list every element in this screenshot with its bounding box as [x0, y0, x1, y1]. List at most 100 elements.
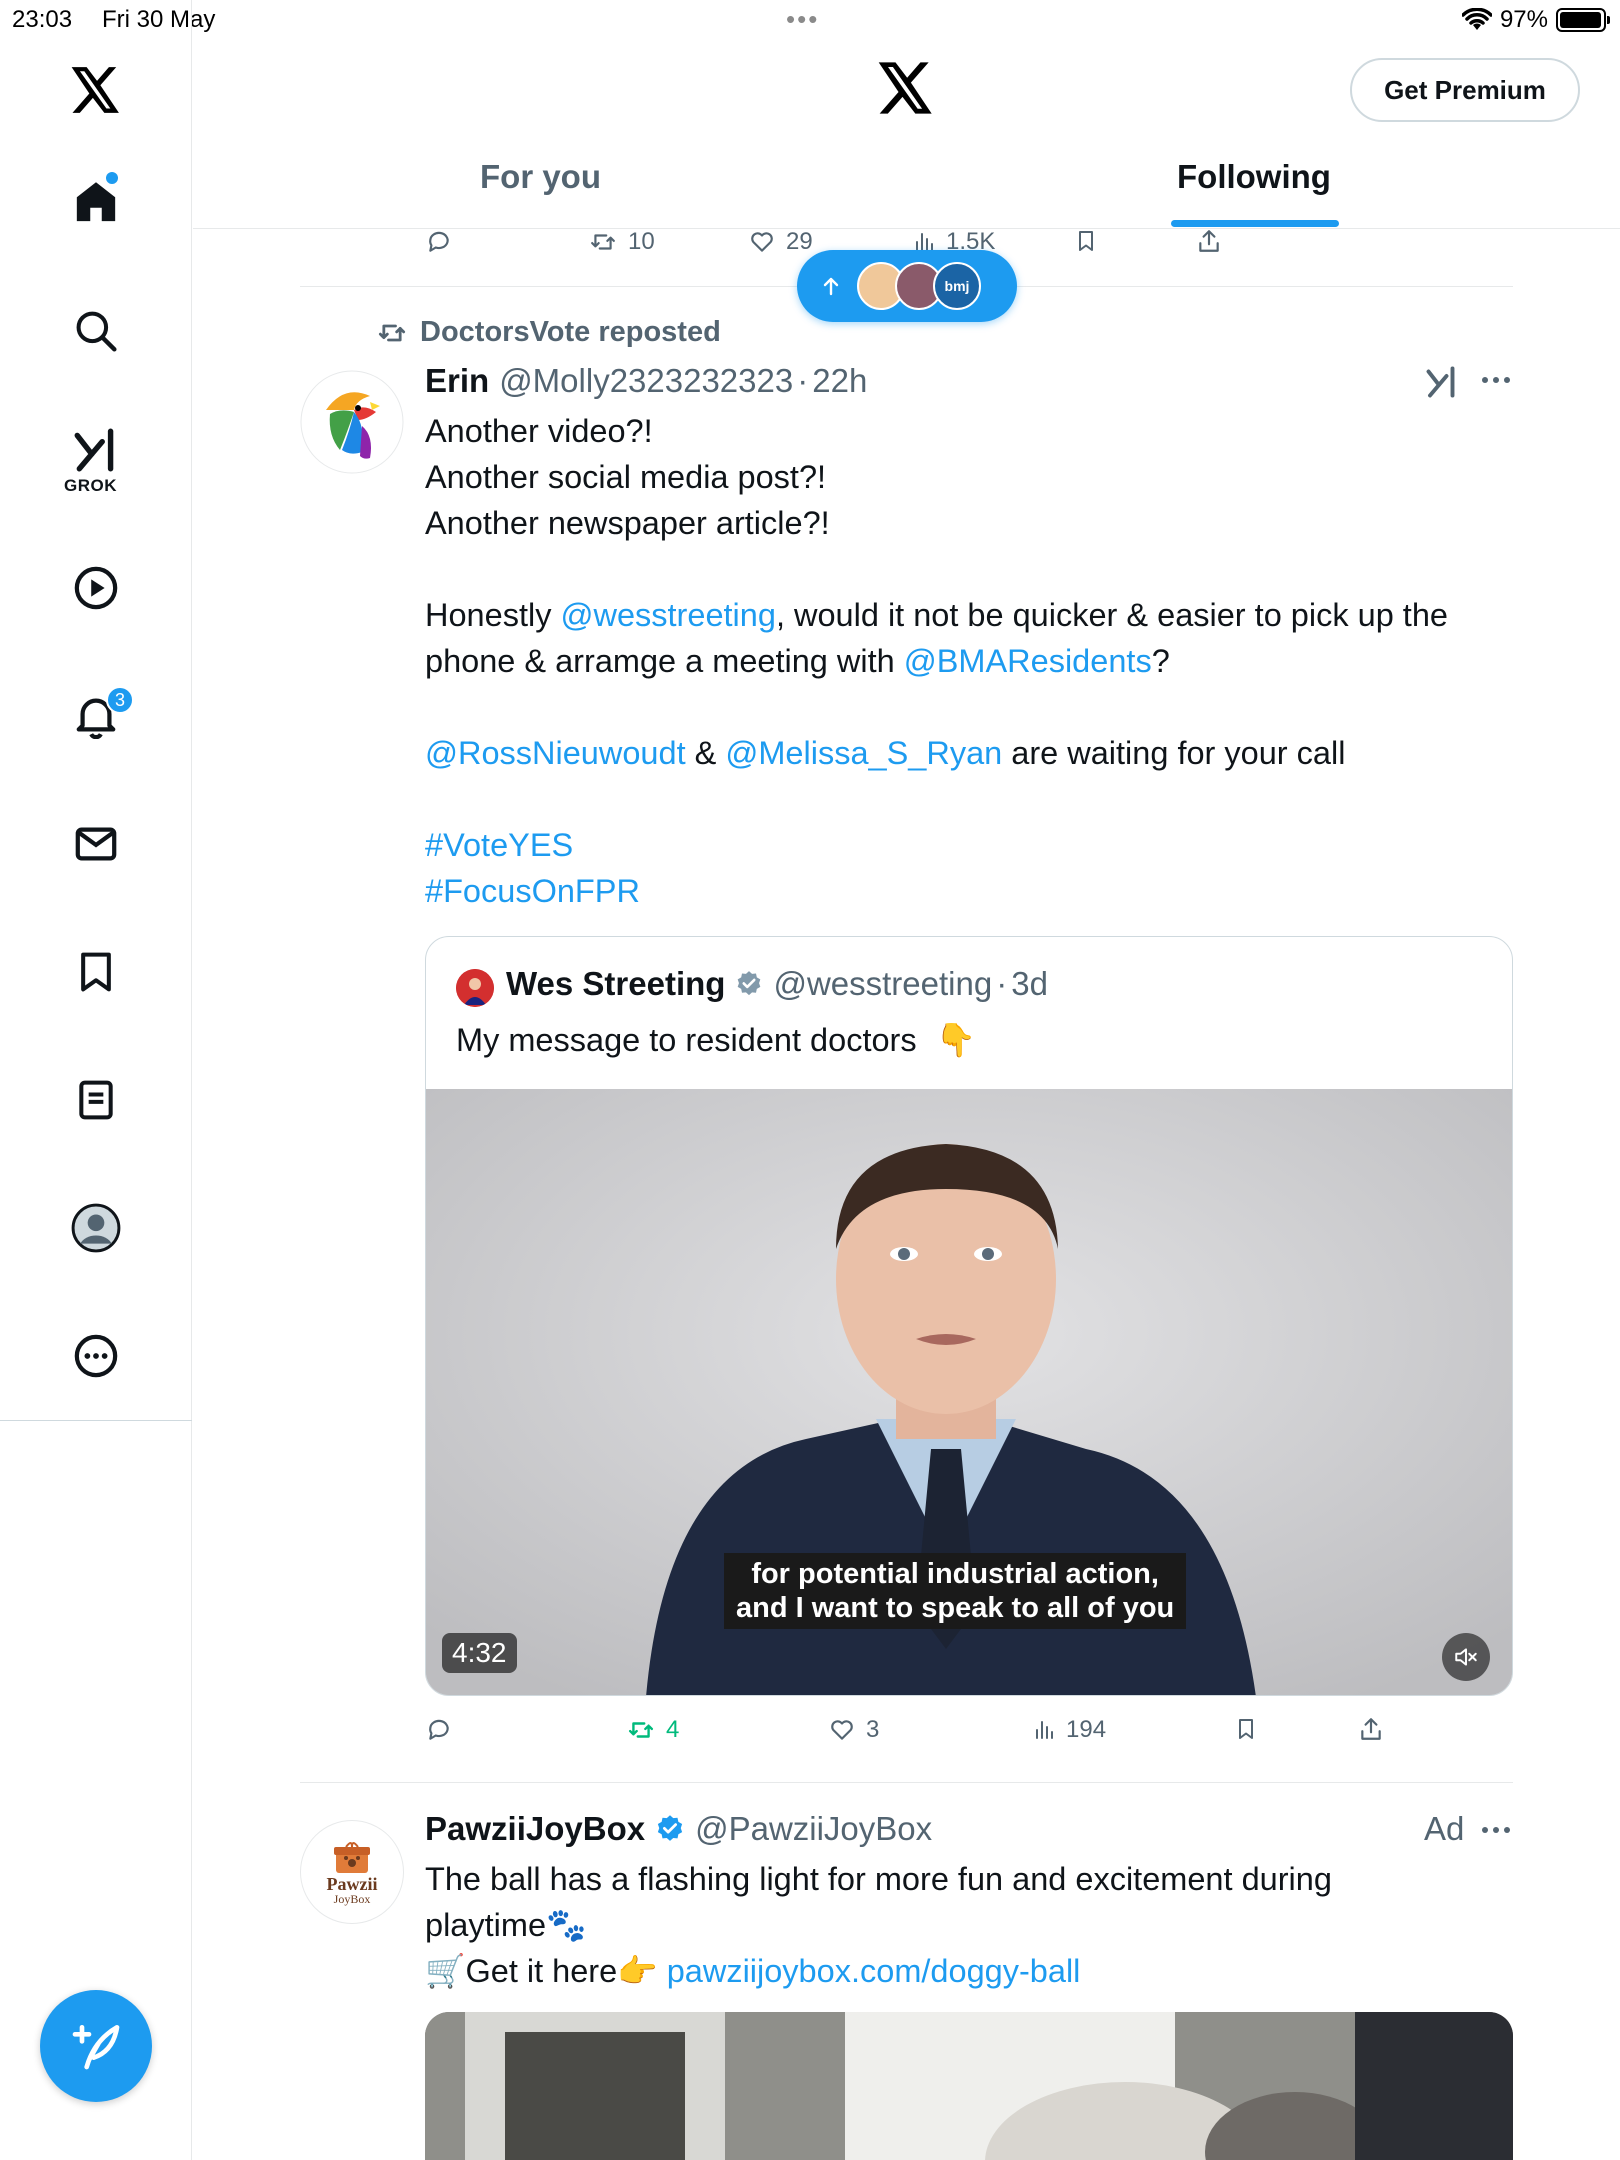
ad-media[interactable] — [425, 2012, 1513, 2160]
bookmark-button[interactable] — [1234, 1716, 1258, 1742]
repost-indicator[interactable]: DoctorsVote reposted — [376, 316, 721, 349]
eagle-avatar-icon — [300, 370, 404, 474]
wifi-icon — [1461, 8, 1492, 32]
reply-icon — [429, 1719, 449, 1740]
quote-author-handle: @wesstreeting — [773, 965, 993, 1002]
hashtag-voteyes[interactable]: #VoteYES — [425, 822, 1525, 868]
like-button[interactable]: 29 — [748, 228, 813, 256]
avatar-erin[interactable] — [300, 370, 404, 474]
retweet-button[interactable]: 4 — [626, 1716, 679, 1744]
mention-bmaresidents[interactable]: @BMAResidents — [904, 643, 1152, 679]
arrow-up-icon — [823, 277, 839, 296]
bookmark-icon[interactable] — [70, 946, 122, 998]
like-button[interactable]: 3 — [828, 1716, 879, 1744]
reply-button[interactable] — [426, 228, 452, 254]
separator-dot: · — [996, 965, 1008, 1002]
author-name[interactable]: Erin — [425, 362, 489, 400]
post2-header: PawziiJoyBox @PawziiJoyBox — [425, 1810, 932, 1848]
pointing-down-emoji: 👇 — [935, 1022, 977, 1058]
retweet-count: 4 — [666, 1716, 680, 1743]
retweet-icon — [591, 234, 615, 250]
ad-link[interactable]: pawziijoybox.com/doggy-ball — [667, 1953, 1081, 1989]
reply-button[interactable] — [426, 1716, 452, 1742]
search-icon[interactable] — [70, 305, 122, 357]
text-line: phone & arramge a meeting with @BMAResid… — [425, 643, 1170, 679]
mention-melissa[interactable]: @Melissa_S_Ryan — [725, 735, 1002, 771]
mail-icon[interactable] — [70, 818, 122, 870]
quoted-post-card[interactable]: Wes Streeting @wesstreeting · 3d My mess… — [425, 936, 1513, 1696]
avatar-pawziijoybox[interactable]: Pawzii JoyBox — [300, 1820, 404, 1924]
logo-text: Pawzii — [326, 1874, 378, 1894]
grok-icon[interactable] — [70, 424, 122, 476]
quote-text: My message to resident doctors 👇 — [456, 1022, 977, 1058]
home-icon[interactable] — [70, 176, 122, 228]
share-icon — [1361, 1718, 1381, 1740]
post2-text: The ball has a flashing light for more f… — [425, 1861, 1332, 1989]
advertiser-handle[interactable]: @PawziiJoyBox — [695, 1810, 932, 1848]
text-line: Another video?! — [425, 413, 653, 449]
grok-label: GROK — [64, 476, 117, 495]
more-icon[interactable] — [70, 1330, 122, 1382]
ad-media-dog-video — [425, 2012, 1513, 2160]
home-unread-dot — [106, 172, 118, 184]
share-button[interactable] — [1196, 228, 1222, 254]
mention-wesstreeting[interactable]: @wesstreeting — [560, 597, 775, 633]
bookmark-outline-icon — [1239, 1719, 1253, 1739]
text-line: @RossNieuwoudt & @Melissa_S_Ryan are wai… — [425, 735, 1346, 771]
profile-icon[interactable] — [70, 1202, 122, 1254]
like-count: 3 — [866, 1716, 880, 1743]
feather-plus-icon — [72, 2025, 120, 2070]
notifications-badge: 3 — [106, 686, 134, 714]
gift-paw-icon — [334, 1842, 370, 1873]
view-count: 194 — [1066, 1716, 1107, 1743]
like-count: 29 — [786, 228, 813, 255]
advertiser-name[interactable]: PawziiJoyBox — [425, 1810, 645, 1848]
video-player[interactable]: for potential industrial action, and I w… — [426, 1089, 1512, 1695]
video-icon[interactable] — [70, 562, 122, 614]
header-x-logo-icon[interactable] — [878, 62, 934, 114]
hashtag-focusonfpr[interactable]: #FocusOnFPR — [425, 868, 1525, 914]
tab-for-you[interactable]: For you — [480, 158, 601, 196]
post1-text: Another video?! Another social media pos… — [425, 408, 1525, 914]
battery-icon — [1556, 8, 1610, 32]
compose-post-button[interactable] — [40, 1990, 152, 2102]
share-button[interactable] — [1358, 1716, 1384, 1742]
logo-subtext: JoyBox — [333, 1892, 371, 1906]
lists-icon[interactable] — [70, 1074, 122, 1126]
retweet-button[interactable]: 10 — [588, 228, 655, 256]
x-logo-icon[interactable] — [70, 64, 122, 116]
heart-icon — [751, 232, 773, 252]
multitasking-dots[interactable]: ••• — [786, 4, 819, 35]
mute-button[interactable] — [1442, 1633, 1490, 1681]
grok-explain-icon[interactable] — [1424, 364, 1460, 400]
post-divider — [300, 1782, 1513, 1783]
bar-chart-icon — [1036, 1721, 1053, 1739]
mention-rossnieuwoudt[interactable]: @RossNieuwoudt — [425, 735, 686, 771]
post-more-icon[interactable] — [1480, 372, 1512, 388]
battery-percent: 97% — [1499, 6, 1548, 33]
pill-avatar-bmj: bmj — [933, 262, 981, 310]
verified-badge-icon — [655, 1814, 685, 1844]
reply-icon — [429, 231, 449, 252]
active-tab-indicator — [1171, 220, 1339, 227]
quote-header: Wes Streeting @wesstreeting · 3d — [506, 965, 1048, 1003]
repost-icon — [378, 324, 406, 341]
post-more-icon[interactable] — [1480, 1822, 1512, 1838]
get-premium-button[interactable]: Get Premium — [1350, 58, 1580, 122]
speaker-muted-icon — [1455, 1648, 1477, 1666]
post-time[interactable]: 22h — [812, 362, 867, 400]
quote-time: 3d — [1011, 965, 1048, 1002]
header-divider — [193, 228, 1620, 229]
tab-following[interactable]: Following — [1177, 158, 1331, 196]
views-button[interactable]: 194 — [1032, 1716, 1106, 1744]
quote-author-name: Wes Streeting — [506, 965, 726, 1002]
video-caption: for potential industrial action, and I w… — [724, 1553, 1187, 1629]
status-right: 97% — [1461, 6, 1610, 34]
text-line: Another newspaper article?! — [425, 505, 830, 541]
new-posts-pill[interactable]: bmj — [797, 250, 1017, 322]
bookmark-button[interactable] — [1074, 228, 1098, 254]
author-handle[interactable]: @Molly2323232323 — [499, 362, 793, 400]
video-duration: 4:32 — [442, 1633, 517, 1673]
sidebar-divider — [0, 1420, 192, 1421]
ad-label: Ad — [1424, 1810, 1465, 1847]
